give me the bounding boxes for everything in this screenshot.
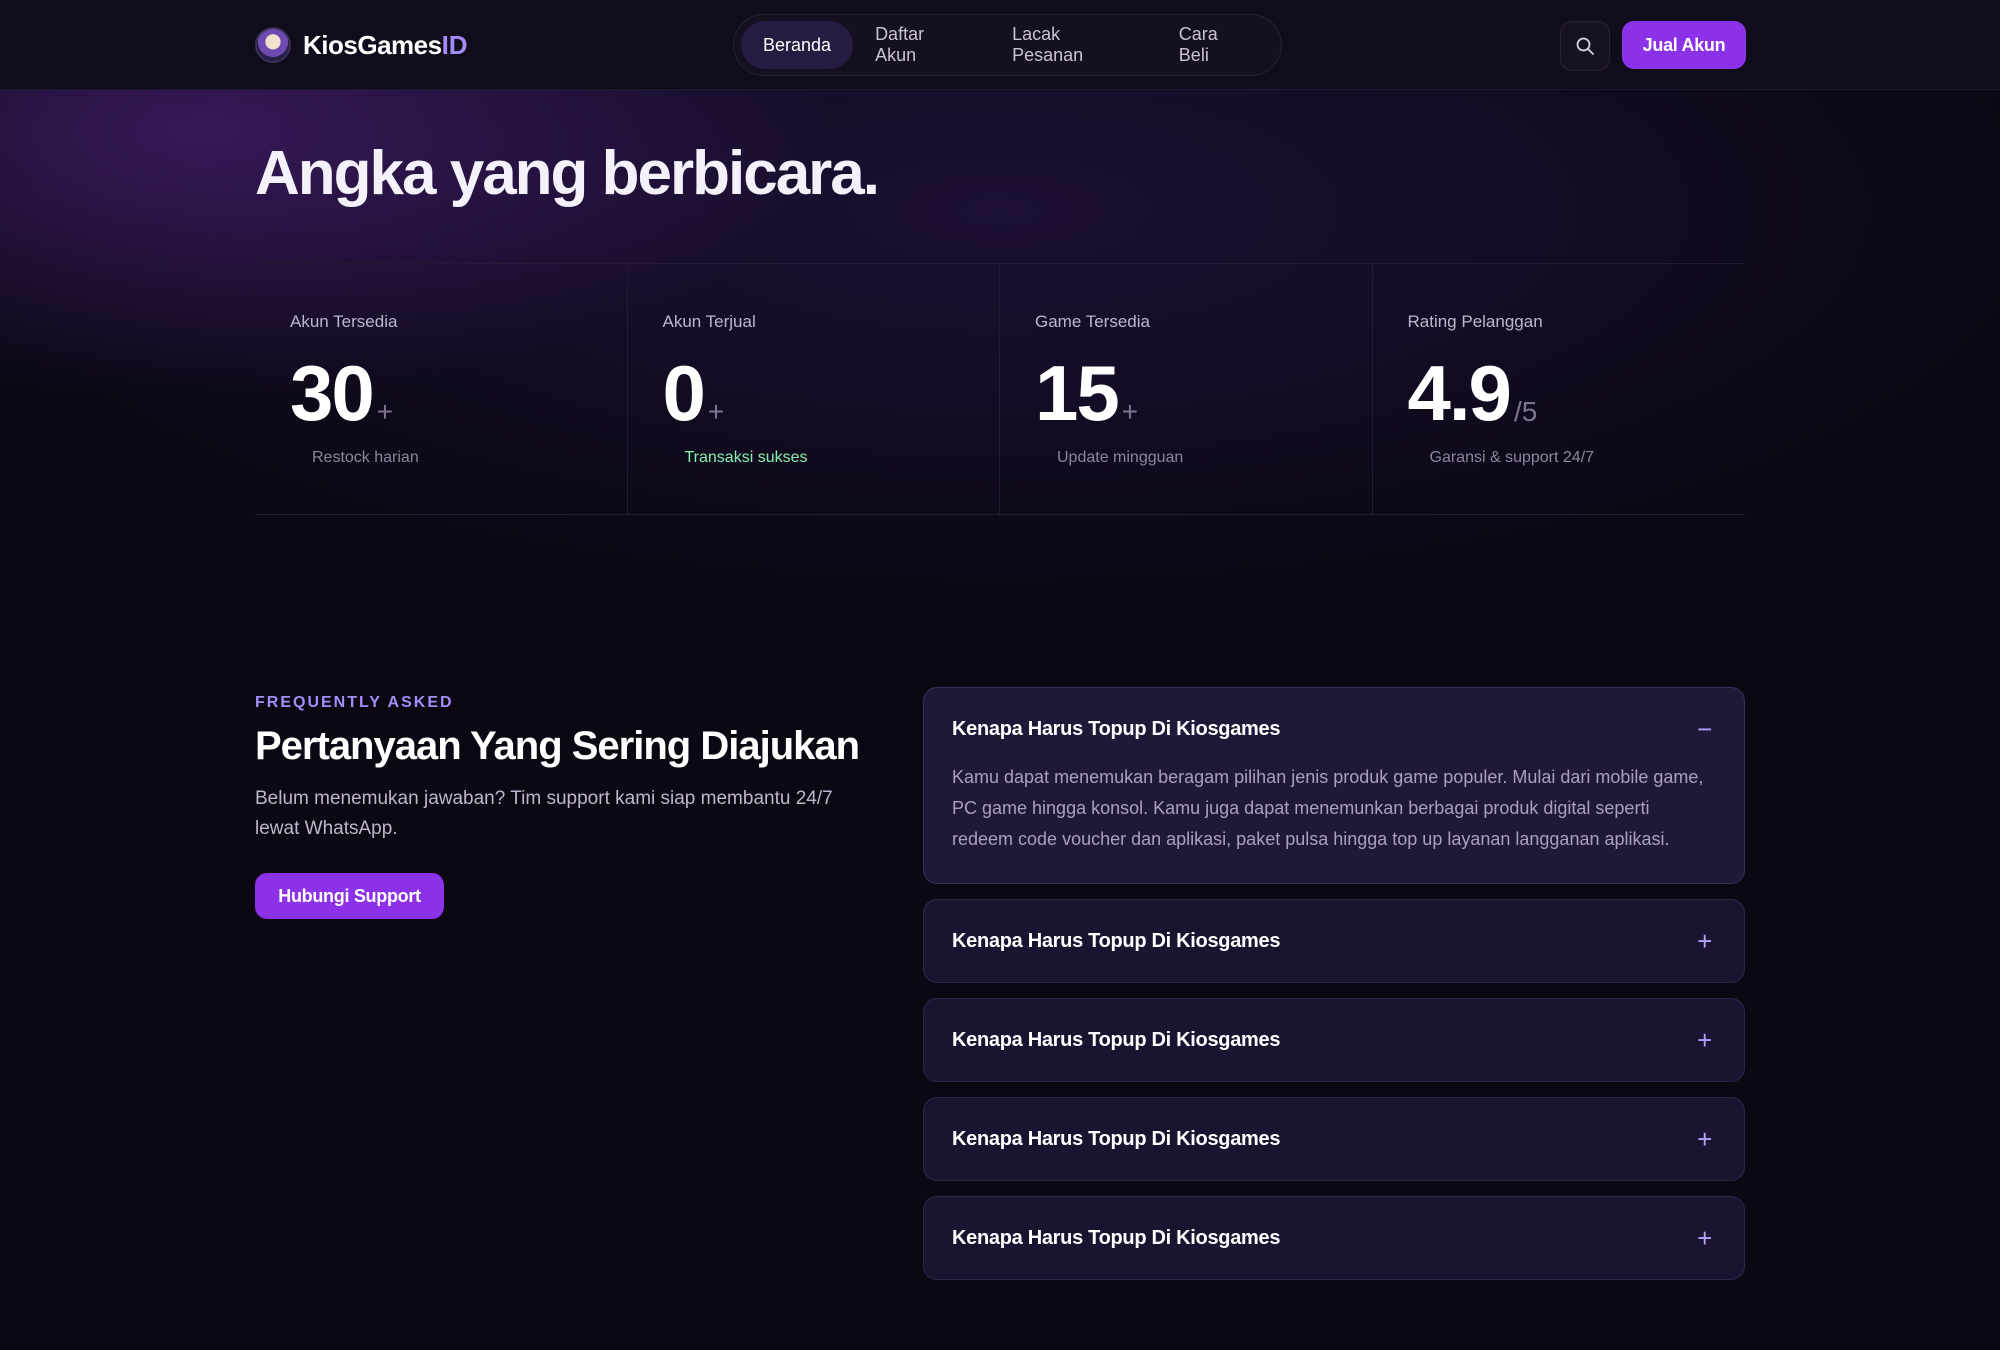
faq-question[interactable]: Kenapa Harus Topup Di Kiosgames + — [924, 1098, 1744, 1180]
stat-label: Rating Pelanggan — [1407, 312, 1543, 331]
logo-text: KiosGames — [303, 29, 442, 60]
plus-icon[interactable]: + — [1697, 1027, 1712, 1053]
faq-description: Belum menemukan jawaban? Tim support kam… — [255, 788, 833, 839]
stat-value: 30 — [290, 349, 375, 437]
stats-grid: Akun Tersedia 30 + Restock harian Akun T… — [255, 263, 1745, 515]
faq-question-text: Kenapa Harus Topup Di Kiosgames — [952, 1127, 1281, 1150]
stat-suffix: + — [707, 396, 725, 427]
search-button[interactable] — [1560, 21, 1610, 71]
stat-note: Update mingguan — [1057, 449, 1184, 466]
stat-suffix: /5 — [1513, 396, 1538, 427]
stat-card: Game Tersedia 15 + Update mingguan — [1000, 264, 1373, 514]
faq-question[interactable]: Kenapa Harus Topup Di Kiosgames + — [924, 900, 1744, 982]
nav-item-cara-beli[interactable]: Cara Beli — [1157, 21, 1274, 69]
faq-item: Kenapa Harus Topup Di Kiosgames + — [923, 899, 1745, 983]
faq-question-text: Kenapa Harus Topup Di Kiosgames — [952, 1226, 1281, 1249]
faq-item: Kenapa Harus Topup Di Kiosgames + — [923, 1097, 1745, 1181]
faq-question-text: Kenapa Harus Topup Di Kiosgames — [952, 929, 1281, 952]
stat-label: Game Tersedia — [1035, 312, 1150, 331]
stat-card: Rating Pelanggan 4.9 /5 Garansi & suppor… — [1373, 264, 1746, 514]
stat-value-row: 30 + — [290, 354, 393, 432]
faq-question-text: Kenapa Harus Topup Di Kiosgames — [952, 1028, 1281, 1051]
logo-accent-text: ID — [441, 29, 468, 60]
site-header: KiosGames ID Beranda Daftar Akun Lacak P… — [0, 0, 2000, 90]
faq-question[interactable]: Kenapa Harus Topup Di Kiosgames − — [924, 688, 1744, 770]
stat-note: Restock harian — [312, 449, 419, 466]
nav-item-daftar-akun[interactable]: Daftar Akun — [853, 21, 990, 69]
faq-item: Kenapa Harus Topup Di Kiosgames + — [923, 1196, 1745, 1280]
stat-value-row: 4.9 /5 — [1408, 354, 1538, 432]
stat-label: Akun Terjual — [662, 312, 756, 331]
faq-title: Pertanyaan Yang Sering Diajukan — [255, 724, 860, 768]
faq-question[interactable]: Kenapa Harus Topup Di Kiosgames + — [924, 1197, 1744, 1279]
nav-item-lacak-pesanan[interactable]: Lacak Pesanan — [990, 21, 1157, 69]
stat-suffix: + — [1121, 396, 1139, 427]
faq-eyebrow: FREQUENTLY ASKED — [255, 694, 454, 711]
stat-note: Transaksi sukses — [684, 449, 808, 466]
hero-title: Angka yang berbicara. — [255, 139, 880, 208]
stat-card: Akun Tersedia 30 + Restock harian — [255, 264, 628, 514]
sell-account-button[interactable]: Jual Akun — [1622, 21, 1746, 69]
logo[interactable]: KiosGames ID — [255, 24, 468, 66]
stat-card: Akun Terjual 0 + Transaksi sukses — [628, 264, 1000, 514]
stat-label: Akun Tersedia — [290, 312, 398, 331]
stat-value-row: 15 + — [1035, 354, 1138, 432]
faq-question[interactable]: Kenapa Harus Topup Di Kiosgames + — [924, 999, 1744, 1081]
faq-item: Kenapa Harus Topup Di Kiosgames + — [923, 998, 1745, 1082]
plus-icon[interactable]: + — [1697, 928, 1712, 954]
stat-value: 0 — [662, 349, 706, 437]
stat-suffix: + — [376, 396, 394, 427]
stat-value-row: 0 + — [663, 354, 725, 432]
nav-item-beranda[interactable]: Beranda — [741, 21, 854, 69]
faq-question-text: Kenapa Harus Topup Di Kiosgames — [952, 717, 1281, 740]
faq-list: Kenapa Harus Topup Di Kiosgames − Kamu d… — [923, 687, 1745, 1295]
faq-answer: Kamu dapat menemukan beragam pilihan jen… — [952, 767, 1704, 849]
faq-item: Kenapa Harus Topup Di Kiosgames − Kamu d… — [923, 687, 1745, 884]
main-nav: Beranda Daftar Akun Lacak Pesanan Cara B… — [733, 14, 1282, 76]
stat-value: 4.9 — [1407, 349, 1512, 437]
search-icon — [1576, 37, 1594, 55]
logo-mascot-icon — [255, 27, 291, 63]
minus-icon[interactable]: − — [1697, 716, 1712, 742]
plus-icon[interactable]: + — [1697, 1225, 1712, 1251]
stat-note: Garansi & support 24/7 — [1429, 449, 1595, 466]
plus-icon[interactable]: + — [1697, 1126, 1712, 1152]
contact-support-button[interactable]: Hubungi Support — [255, 873, 444, 919]
stat-value: 15 — [1035, 349, 1120, 437]
